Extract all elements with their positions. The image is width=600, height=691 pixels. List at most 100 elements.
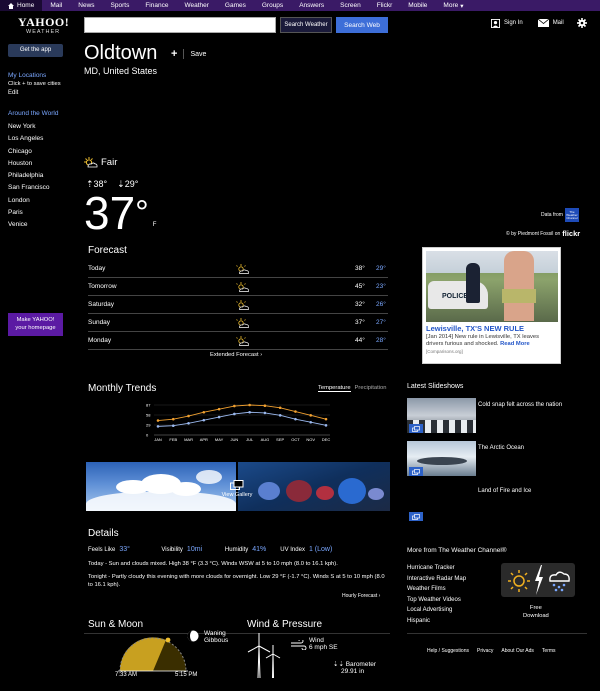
twc-link[interactable]: Weather Films bbox=[407, 584, 466, 595]
edit-link[interactable]: Edit bbox=[8, 90, 68, 96]
gallery-icon bbox=[412, 468, 420, 475]
search-web-button[interactable]: Search Web bbox=[336, 17, 388, 33]
temp-value: 37 bbox=[84, 187, 136, 239]
slideshow-title[interactable]: Land of Fire and Ice bbox=[478, 488, 531, 494]
download-label: Download bbox=[523, 613, 549, 619]
divider bbox=[183, 49, 185, 59]
city-link[interactable]: Houston bbox=[8, 158, 68, 170]
city-link[interactable]: Venice bbox=[8, 219, 68, 231]
search-weather-button[interactable]: Search Weather bbox=[280, 17, 332, 33]
slideshow-button[interactable] bbox=[409, 467, 423, 476]
gear-icon[interactable] bbox=[576, 18, 587, 28]
nav-mobile-link[interactable]: Mobile bbox=[400, 0, 435, 11]
nav-more-link[interactable]: More ▾ bbox=[435, 0, 471, 11]
nav-label: Finance bbox=[145, 2, 169, 9]
nav-groups-link[interactable]: Groups bbox=[254, 0, 291, 11]
twc-logo[interactable]: The Weather Channel bbox=[564, 208, 579, 222]
nav-answers-link[interactable]: Answers bbox=[291, 0, 332, 11]
nav-mail-link[interactable]: Mail bbox=[42, 0, 70, 11]
forecast-high: 38° bbox=[355, 265, 365, 272]
logo-sub: WEATHER bbox=[26, 29, 61, 35]
tab-temperature[interactable]: Temperature bbox=[318, 385, 351, 392]
extended-forecast-link[interactable]: Extended Forecast › bbox=[210, 352, 262, 358]
footer-link[interactable]: About Our Ads bbox=[501, 648, 534, 654]
nav-weather-link[interactable]: Weather bbox=[176, 0, 216, 11]
footer-link[interactable]: Privacy bbox=[477, 648, 493, 654]
photo-credit-text[interactable]: © by Piedmont Fossil on bbox=[506, 231, 560, 237]
save-location[interactable]: + Save bbox=[171, 48, 206, 60]
twc-app-promo[interactable] bbox=[501, 563, 575, 597]
city-link[interactable]: London bbox=[8, 195, 68, 207]
search-input[interactable] bbox=[84, 17, 276, 33]
moon-icon bbox=[187, 630, 199, 642]
free-download-link[interactable]: Free Download bbox=[523, 604, 549, 620]
forecast-row: Tomorrow 45° 23° bbox=[88, 278, 388, 296]
data-point bbox=[171, 424, 175, 427]
my-locations-heading[interactable]: My Locations bbox=[8, 72, 68, 79]
slideshow-button[interactable] bbox=[409, 424, 423, 433]
x-tick-label: MAY bbox=[215, 437, 224, 442]
ice-scene bbox=[417, 457, 467, 465]
x-tick-label: SEP bbox=[276, 437, 284, 442]
slideshow-button[interactable] bbox=[409, 512, 423, 521]
sun-icon bbox=[508, 570, 530, 592]
city-link[interactable]: New York bbox=[8, 121, 68, 133]
trend-tabs: Temperature Precipitation bbox=[318, 385, 386, 392]
nav-home-link[interactable]: Home bbox=[0, 0, 43, 11]
advertisement[interactable]: POLICE Lewisville, TX'S NEW RULE [Jan 20… bbox=[422, 247, 561, 364]
nav-flickr-link[interactable]: Flickr bbox=[369, 0, 401, 11]
twc-link[interactable]: Local Advertising bbox=[407, 605, 466, 616]
nav-label: Home bbox=[17, 2, 35, 9]
unit-toggle[interactable]: F bbox=[153, 222, 157, 228]
yahoo-weather-logo[interactable]: YAHOO! WEATHER bbox=[18, 15, 69, 37]
city-link[interactable]: Paris bbox=[8, 207, 68, 219]
city-link[interactable]: Los Angeles bbox=[8, 133, 68, 145]
around-world-heading: Around the World bbox=[8, 110, 59, 117]
forecast-high: 37° bbox=[355, 319, 365, 326]
hourly-forecast-link[interactable]: Hourly Forecast › bbox=[342, 593, 380, 599]
ad-body: [Jan 2014] New rule in Lewisville, TX le… bbox=[426, 334, 556, 348]
view-gallery-button[interactable]: View Gallery bbox=[219, 480, 255, 498]
nav-label: Answers bbox=[299, 2, 325, 9]
slideshow-title[interactable]: The Arctic Ocean bbox=[478, 445, 524, 451]
photo-gallery[interactable]: View Gallery bbox=[86, 462, 390, 511]
slideshows-title: Latest Slideshows bbox=[407, 383, 464, 390]
forecast-low: 23° bbox=[376, 283, 386, 290]
nav-sports-link[interactable]: Sports bbox=[103, 0, 138, 11]
partly-cloudy-icon bbox=[236, 318, 249, 328]
get-app-button[interactable]: Get the app bbox=[8, 44, 63, 57]
read-more-link[interactable]: Read More bbox=[500, 341, 530, 347]
forecast-table: Today 38° 29° Tomorrow 45° 23° Saturday 32° 26° S… bbox=[88, 260, 388, 350]
city-link[interactable]: San Francisco bbox=[8, 182, 68, 194]
nav-finance-link[interactable]: Finance bbox=[137, 0, 176, 11]
sign-in-link[interactable]: Sign In bbox=[491, 18, 523, 28]
data-point bbox=[233, 412, 236, 416]
mail-link[interactable]: Mail bbox=[537, 19, 564, 27]
twc-link[interactable]: Top Weather Videos bbox=[407, 595, 466, 606]
nav-games-link[interactable]: Games bbox=[217, 0, 254, 11]
y-tick-label: 87 bbox=[146, 403, 151, 408]
raindrop-photo bbox=[238, 462, 390, 511]
flickr-logo[interactable]: flickr bbox=[562, 229, 580, 238]
twc-link[interactable]: Hurricane Tracker bbox=[407, 563, 466, 574]
tab-precipitation[interactable]: Precipitation bbox=[355, 385, 387, 392]
city-link[interactable]: Philadelphia bbox=[8, 170, 68, 182]
nav-screen-link[interactable]: Screen bbox=[332, 0, 369, 11]
twc-link[interactable]: Hispanic bbox=[407, 616, 466, 627]
twc-link[interactable]: Interactive Radar Map bbox=[407, 574, 466, 585]
fair-icon bbox=[84, 157, 98, 168]
nav-label: News bbox=[78, 2, 95, 9]
ad-headline[interactable]: Lewisville, TX'S NEW RULE bbox=[426, 324, 524, 333]
city-link[interactable]: Chicago bbox=[8, 146, 68, 158]
gallery-icon bbox=[412, 513, 420, 520]
current-condition: Fair bbox=[84, 157, 117, 168]
footer-link[interactable]: Help / Suggestions bbox=[427, 648, 469, 654]
make-homepage-button[interactable]: Make YAHOO! your homepage bbox=[8, 313, 63, 336]
barometer-label: Barometer bbox=[345, 661, 377, 668]
footer-link[interactable]: Terms bbox=[542, 648, 556, 654]
slideshow-title[interactable]: Cold snap felt across the nation bbox=[478, 402, 562, 408]
partly-cloudy-icon bbox=[236, 336, 249, 346]
more-twc-title: More from The Weather Channel® bbox=[407, 547, 507, 554]
nav-news-link[interactable]: News bbox=[70, 0, 102, 11]
series-line bbox=[157, 411, 327, 427]
